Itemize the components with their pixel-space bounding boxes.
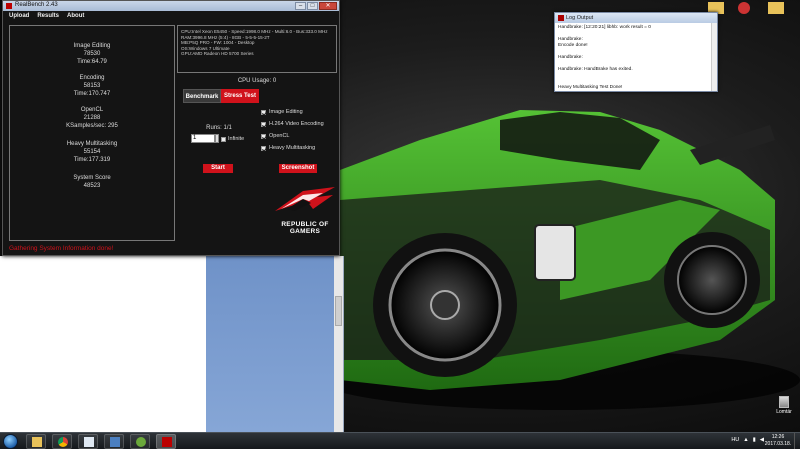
network-icon[interactable]: ▮	[753, 437, 756, 443]
runs-input[interactable]: 1	[191, 134, 215, 143]
rog-line2: GAMERS	[289, 228, 321, 235]
result-score: 55154	[83, 149, 101, 155]
minimize-button[interactable]: –	[295, 2, 306, 10]
result-score: 48523	[83, 183, 101, 189]
result-time: Time:64.79	[77, 59, 107, 65]
checkbox[interactable]	[261, 121, 266, 127]
menu-results[interactable]: Results	[37, 13, 59, 19]
checkbox[interactable]	[221, 136, 226, 142]
cpu-usage-label: CPU Usage: 0	[237, 78, 277, 84]
start-button[interactable]: Start	[203, 164, 233, 173]
log-scrollbar[interactable]	[711, 23, 717, 91]
taskbar-clock[interactable]: 12:26 2017.03.18.	[764, 434, 792, 448]
result-name: Heavy Multitasking	[66, 141, 118, 147]
taskbar-utorrent[interactable]	[130, 434, 150, 449]
taskbar-app[interactable]	[104, 434, 124, 449]
result-name: OpenCL	[80, 107, 104, 113]
taskbar-notepad[interactable]	[78, 434, 98, 449]
realbench-app-icon	[6, 3, 12, 9]
app-icon[interactable]	[738, 2, 750, 14]
maximize-button[interactable]: □	[307, 2, 318, 10]
result-score: 78530	[83, 51, 101, 57]
checkbox[interactable]	[261, 145, 266, 151]
checkbox-label: Infinite	[228, 136, 245, 142]
taskbar-chrome[interactable]	[52, 434, 72, 449]
checkbox[interactable]	[261, 109, 266, 115]
close-button[interactable]: ✕	[319, 2, 337, 10]
screenshot-button[interactable]: Screenshot	[279, 164, 317, 173]
system-tray: HU ▲ ▮ ◀	[731, 437, 764, 443]
tab-stress-test[interactable]: Stress Test	[221, 89, 259, 103]
tab-benchmark[interactable]: Benchmark	[183, 89, 221, 103]
log-line: Heavy Multitasking Test Done!	[558, 85, 623, 90]
result-heavy-multitasking: Heavy Multitasking 55154 Time:177.319	[10, 140, 174, 164]
monitor-icon	[110, 437, 120, 447]
result-time: Time:177.319	[73, 157, 111, 163]
vertical-scrollbar[interactable]	[333, 256, 343, 432]
result-opencl: OpenCL 21288 KSamples/sec: 295	[10, 106, 174, 130]
recycle-bin[interactable]: Lomtár	[773, 396, 795, 415]
recycle-bin-label: Lomtár	[776, 409, 792, 415]
status-text: Gathering System Information done!	[9, 245, 114, 252]
menu-upload[interactable]: Upload	[9, 13, 29, 19]
check-image-editing[interactable]: Image Editing	[261, 109, 303, 115]
sysinfo-cpu: CPU:Intel Xeon E5450 - Speed:1998.0 MHz …	[181, 29, 328, 34]
check-infinite[interactable]: Infinite	[221, 136, 244, 142]
clock-date: 2017.03.18.	[764, 441, 792, 447]
clock-time: 12:26	[771, 434, 785, 440]
result-score: 58153	[83, 83, 101, 89]
result-name: Encoding	[79, 75, 105, 81]
taskbar: HU ▲ ▮ ◀ 12:26 2017.03.18.	[0, 432, 800, 449]
result-time: KSamples/sec: 295	[66, 123, 118, 129]
log-app-icon	[558, 15, 564, 21]
language-indicator[interactable]: HU	[731, 437, 739, 443]
rog-logo-text: REPUBLIC OF GAMERS	[269, 221, 341, 235]
show-desktop-button[interactable]	[794, 433, 800, 449]
check-heavy-multitasking[interactable]: Heavy Multitasking	[261, 145, 315, 151]
start-button-icon[interactable]	[3, 434, 18, 449]
result-system-score: System Score 48523	[10, 174, 174, 190]
checkbox-label: Heavy Multitasking	[269, 145, 316, 151]
checkbox[interactable]	[261, 133, 266, 139]
log-titlebar[interactable]: Log Output	[555, 13, 717, 23]
runs-label: Runs: 1/1	[206, 125, 232, 131]
rog-icon	[162, 437, 172, 447]
folder-icon	[32, 437, 42, 447]
check-h264-encoding[interactable]: H.264 Video Encoding	[261, 121, 324, 127]
result-encoding: Encoding 58153 Time:170.747	[10, 74, 174, 98]
result-time: Time:170.747	[73, 91, 111, 97]
recycle-bin-icon	[779, 396, 789, 408]
menu-about[interactable]: About	[67, 13, 84, 19]
runs-spinner[interactable]	[215, 134, 219, 143]
window-title: RealBench 2.43	[15, 2, 58, 8]
menu-bar: Upload Results About	[3, 11, 339, 21]
system-info-box: CPU:Intel Xeon E5450 - Speed:1998.0 MHz …	[177, 25, 337, 73]
sysinfo-gpu: GPU:AMD Radeon HD 5700 Series	[181, 51, 254, 57]
folder-icon[interactable]	[768, 2, 784, 14]
log-text-area[interactable]: Handbrake: [12:20:21] libhb: work result…	[555, 23, 717, 91]
result-image-editing: Image Editing 78530 Time:64.79	[10, 42, 174, 66]
realbench-window: RealBench 2.43 – □ ✕ Upload Results Abou…	[2, 0, 340, 256]
taskbar-realbench[interactable]	[156, 434, 176, 449]
taskbar-explorer[interactable]	[26, 434, 46, 449]
check-opencl[interactable]: OpenCL	[261, 133, 290, 139]
result-name: Image Editing	[73, 43, 111, 49]
rog-line1: REPUBLIC OF	[281, 221, 329, 228]
window-titlebar[interactable]: RealBench 2.43 – □ ✕	[3, 1, 339, 11]
result-name: System Score	[73, 175, 111, 181]
results-panel: Image Editing 78530 Time:64.79 Encoding …	[9, 25, 175, 241]
document-icon	[84, 437, 94, 447]
background-window-pane	[206, 256, 334, 432]
result-score: 21288	[83, 115, 101, 121]
tray-arrow-icon[interactable]: ▲	[743, 437, 748, 443]
utorrent-icon	[136, 437, 146, 447]
checkbox-label: Image Editing	[269, 109, 303, 115]
log-title: Log Output	[566, 15, 594, 21]
rog-eye-logo-icon	[275, 187, 335, 211]
chrome-icon	[58, 437, 68, 447]
checkbox-label: H.264 Video Encoding	[269, 121, 324, 127]
log-output-window: Log Output Handbrake: [12:20:21] libhb: …	[554, 12, 718, 92]
checkbox-label: OpenCL	[269, 133, 290, 139]
